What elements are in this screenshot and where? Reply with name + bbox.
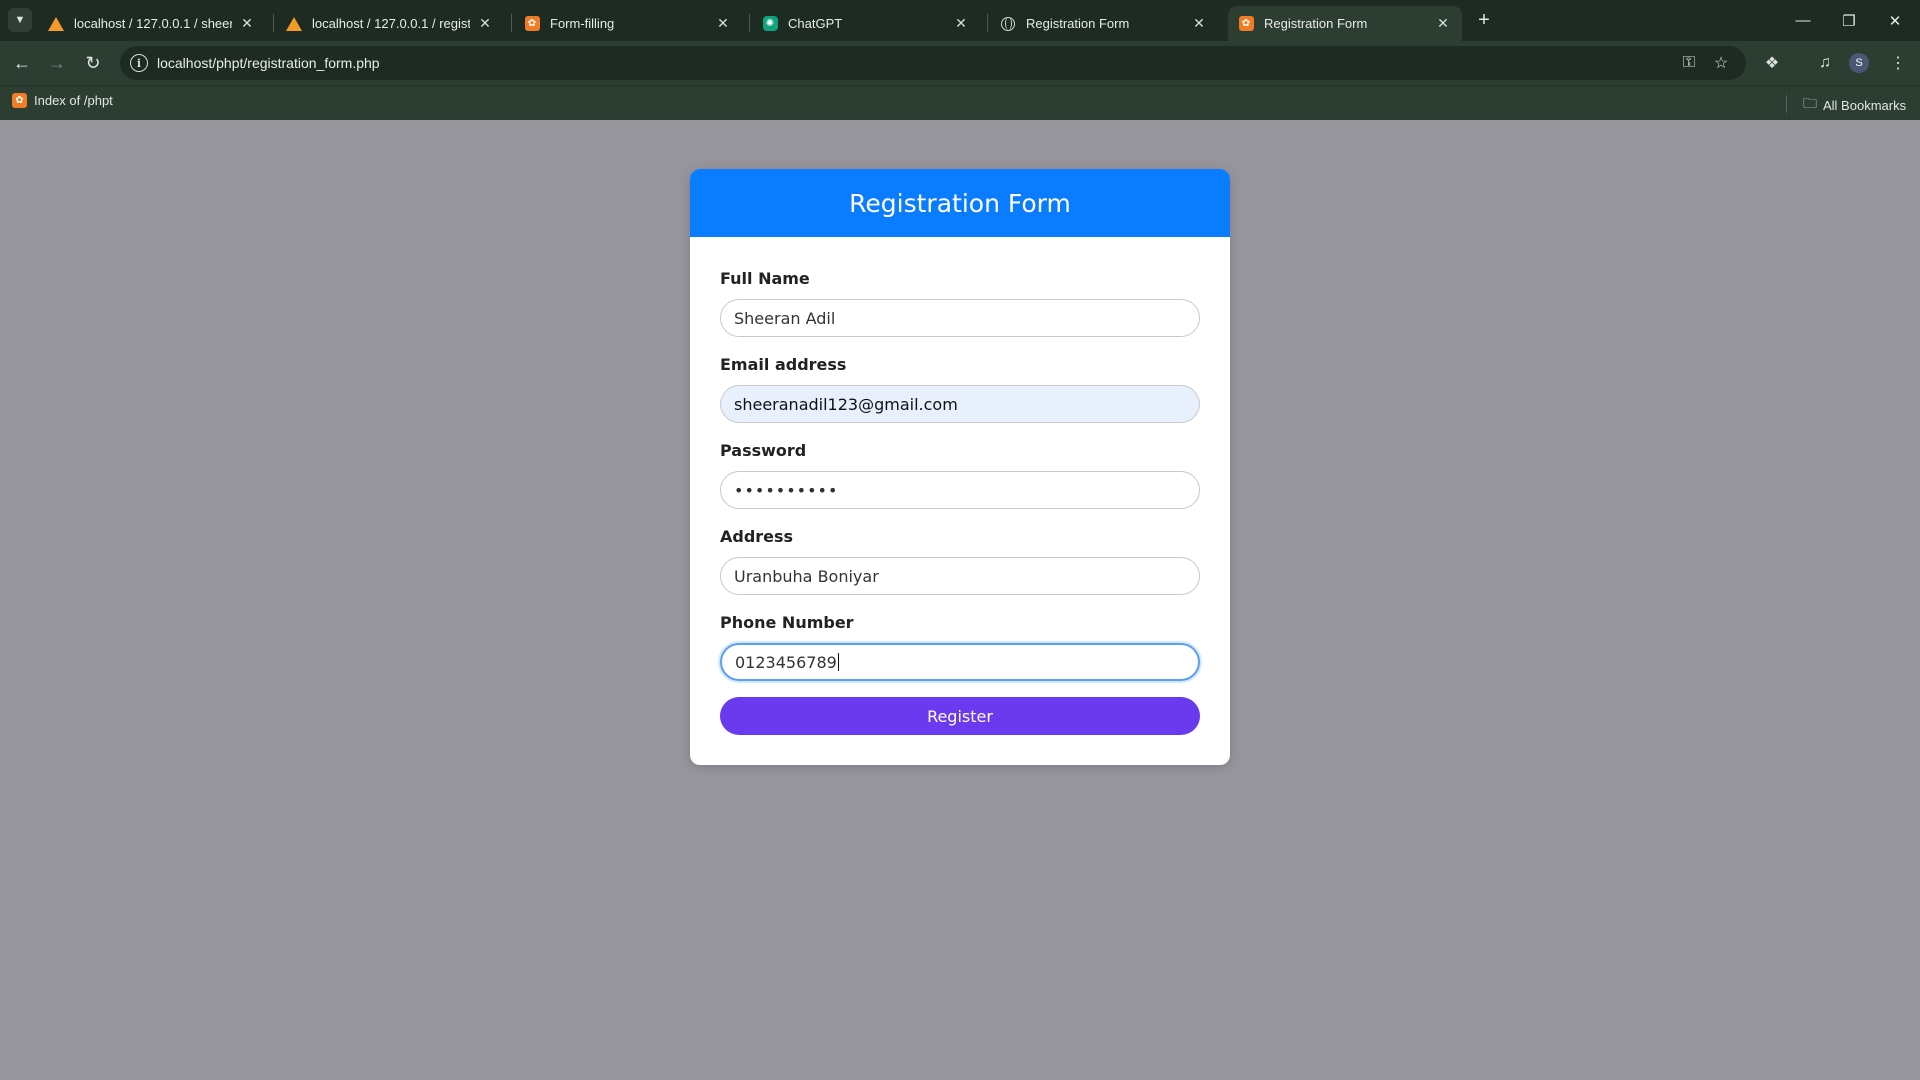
full-name-group: Full Name Sheeran Adil [720,269,1200,337]
text-caret [837,653,839,671]
tab-title: Form-filling [550,16,615,31]
close-icon[interactable]: ✕ [238,15,256,32]
bookmarks-bar: ✿ Index of /phpt 🗀 All Bookmarks [0,85,1920,120]
url-text[interactable]: localhost/phpt/registration_form.php [157,55,380,71]
tab-divider [273,14,274,32]
tab-chatgpt[interactable]: ✺ ChatGPT ✕ [752,6,980,41]
phone-input[interactable]: 0123456789 [720,643,1200,681]
form-body: Full Name Sheeran Adil Email address she… [690,237,1230,735]
tab-title: localhost / 127.0.0.1 / sheeran [74,16,232,31]
password-input[interactable]: •••••••••• [720,471,1200,509]
address-label: Address [720,527,794,546]
restore-button[interactable]: ❐ [1826,0,1872,41]
new-tab-button[interactable]: + [1472,8,1496,32]
email-label: Email address [720,355,847,374]
bookmark-index-phpt[interactable]: ✿ Index of /phpt [12,93,113,108]
phpmyadmin-icon [48,16,64,32]
tab-phpmyadmin-registration[interactable]: localhost / 127.0.0.1 / registrati ✕ [276,6,504,41]
tab-form-filling[interactable]: ✿ Form-filling ✕ [514,6,742,41]
close-icon[interactable]: ✕ [952,15,970,32]
phone-label: Phone Number [720,613,854,632]
tab-divider [987,14,988,32]
password-key-icon[interactable]: ⚿ [1678,52,1700,74]
media-controls-icon[interactable]: ♫ [1812,50,1838,76]
site-info-icon[interactable]: i [130,54,148,72]
back-button[interactable]: ← [9,50,35,76]
folder-icon: 🗀 [1803,95,1817,111]
phone-group: Phone Number 0123456789 [720,613,1200,681]
tab-search-button[interactable]: ▼ [8,8,32,32]
minimize-button[interactable]: — [1780,0,1826,41]
tab-phpmyadmin-sheeran[interactable]: localhost / 127.0.0.1 / sheeran ✕ [38,6,266,41]
close-icon[interactable]: ✕ [714,15,732,32]
more-menu-icon[interactable]: ⋮ [1885,50,1911,76]
tab-title: Registration Form [1026,16,1130,31]
tab-title: Registration Form [1264,16,1368,31]
extensions-icon[interactable]: ❖ [1759,50,1785,76]
tab-title: localhost / 127.0.0.1 / registrati [312,16,470,31]
close-icon[interactable]: ✕ [1434,15,1452,32]
bookmark-star-icon[interactable]: ☆ [1710,52,1732,74]
xampp-icon: ✿ [1238,16,1254,32]
profile-avatar[interactable]: S [1849,53,1869,73]
address-group: Address Uranbuha Boniyar [720,527,1200,595]
email-group: Email address sheeranadil123@gmail.com [720,355,1200,423]
bookmark-label: Index of /phpt [34,93,113,108]
tab-title: ChatGPT [788,16,843,31]
password-group: Password •••••••••• [720,441,1200,509]
email-input[interactable]: sheeranadil123@gmail.com [720,385,1200,423]
all-bookmarks-button[interactable]: 🗀 All Bookmarks [1803,93,1906,117]
phone-value: 0123456789 [735,652,837,672]
address-bar[interactable]: i localhost/phpt/registration_form.php ⚿… [120,46,1746,80]
tab-divider [749,14,750,32]
address-input[interactable]: Uranbuha Boniyar [720,557,1200,595]
tab-strip: ▼ localhost / 127.0.0.1 / sheeran ✕ loca… [0,0,1920,41]
browser-toolbar: ← → ↻ i localhost/phpt/registration_form… [0,41,1920,85]
phpmyadmin-icon [286,16,302,32]
forward-button[interactable]: → [44,50,70,76]
tab-registration-form[interactable]: Registration Form ✕ [990,6,1218,41]
tab-divider [511,14,512,32]
registration-card: Registration Form Full Name Sheeran Adil… [690,169,1230,765]
all-bookmarks-label: All Bookmarks [1823,97,1907,113]
register-button[interactable]: Register [720,697,1200,735]
xampp-icon: ✿ [524,16,540,32]
bookmarks-divider [1786,95,1787,113]
globe-icon [1000,16,1016,32]
window-close-button[interactable]: ✕ [1872,0,1918,41]
close-icon[interactable]: ✕ [1190,15,1208,32]
full-name-label: Full Name [720,269,810,288]
form-title: Registration Form [690,169,1230,237]
full-name-input[interactable]: Sheeran Adil [720,299,1200,337]
close-icon[interactable]: ✕ [476,15,494,32]
password-label: Password [720,441,807,460]
reload-button[interactable]: ↻ [80,50,106,76]
xampp-icon: ✿ [12,93,27,108]
chatgpt-icon: ✺ [762,16,778,32]
tab-registration-form-active[interactable]: ✿ Registration Form ✕ [1228,6,1462,41]
